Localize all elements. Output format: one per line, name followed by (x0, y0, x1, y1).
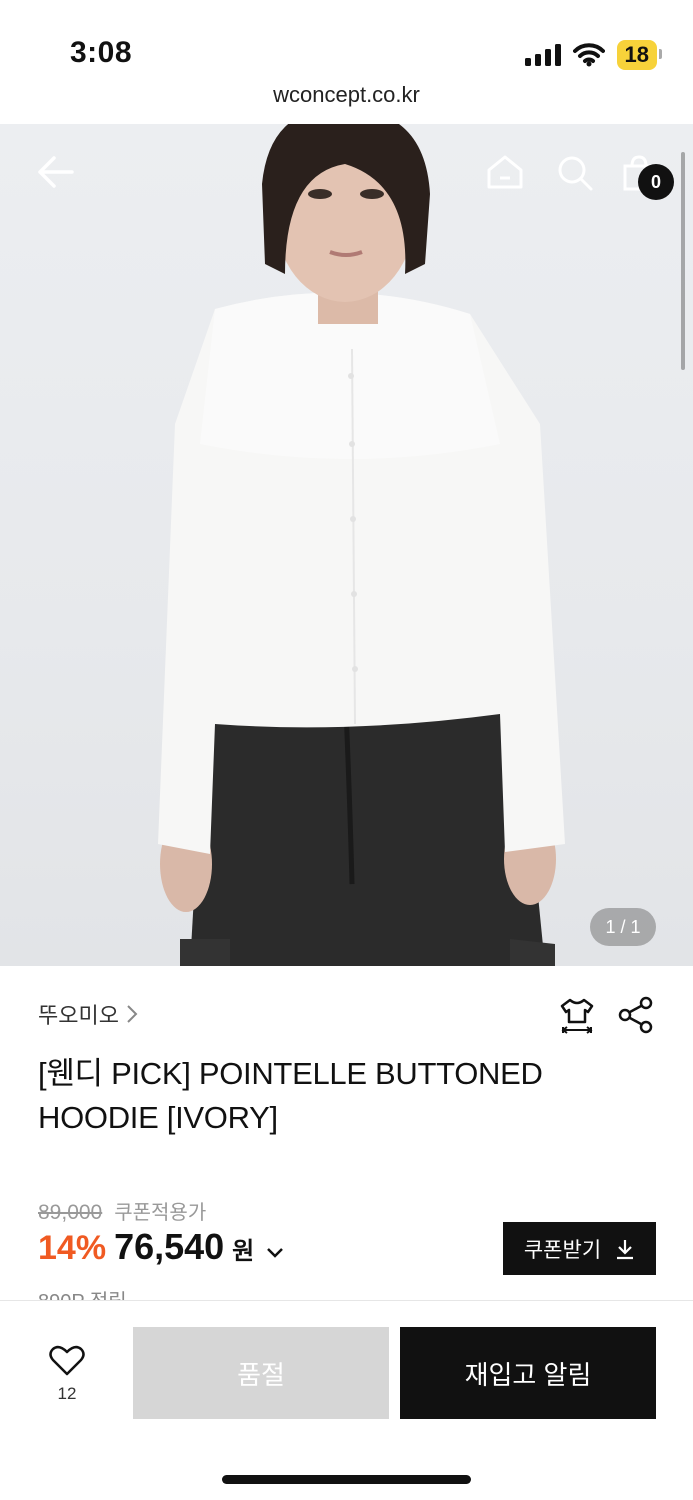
back-arrow-icon[interactable] (36, 154, 76, 190)
bottom-action-bar: 12 품절 재입고 알림 (0, 1300, 693, 1500)
cart-count-badge: 0 (638, 164, 674, 200)
coupon-download-button[interactable]: 쿠폰받기 (503, 1222, 656, 1275)
original-price-row: 89,000 쿠폰적용가 (38, 1196, 206, 1225)
search-icon[interactable] (556, 154, 594, 192)
coupon-price-label: 쿠폰적용가 (114, 1202, 207, 1224)
home-icon[interactable] (486, 154, 524, 190)
share-icon[interactable] (618, 996, 654, 1034)
sale-price: 76,540 (114, 1226, 225, 1267)
home-indicator[interactable] (222, 1475, 471, 1484)
product-image-gallery[interactable]: 0 1 / 1 (0, 124, 693, 966)
sold-out-button[interactable]: 품절 (133, 1327, 389, 1419)
coupon-button-label: 쿠폰받기 (523, 1238, 602, 1262)
restock-alert-button[interactable]: 재입고 알림 (400, 1327, 656, 1419)
browser-url[interactable]: wconcept.co.kr (0, 82, 693, 108)
chevron-right-icon (127, 1005, 138, 1023)
battery-indicator: 18 (616, 40, 663, 70)
scrollbar[interactable] (681, 152, 685, 370)
wishlist-count: 12 (57, 1384, 77, 1403)
product-title: [웬디 PICK] POINTELLE BUTTONED HOODIE [IVO… (38, 1056, 543, 1135)
heart-icon (49, 1345, 85, 1376)
size-guide-icon[interactable] (558, 996, 596, 1036)
wifi-icon (572, 43, 605, 67)
product-photo (158, 124, 565, 966)
status-bar: 3:08 18 (0, 0, 693, 80)
price-row[interactable]: 14% 76,540 원 (38, 1226, 284, 1268)
download-icon (617, 1239, 634, 1259)
chevron-down-icon[interactable] (266, 1247, 284, 1259)
reward-points: 890P 적립 (38, 1285, 127, 1301)
cellular-signal-icon (524, 44, 561, 66)
discount-rate: 14% (38, 1229, 107, 1267)
wishlist-button[interactable]: 12 (40, 1345, 94, 1404)
brand-link[interactable]: 뚜오미오 (38, 998, 139, 1030)
gallery-page-indicator: 1 / 1 (590, 908, 656, 946)
brand-name: 뚜오미오 (38, 1003, 119, 1028)
status-time: 3:08 (70, 36, 133, 69)
status-indicators: 18 (524, 40, 663, 70)
original-price: 89,000 (38, 1201, 103, 1224)
product-actions (558, 996, 654, 1036)
currency-label: 원 (232, 1238, 255, 1265)
